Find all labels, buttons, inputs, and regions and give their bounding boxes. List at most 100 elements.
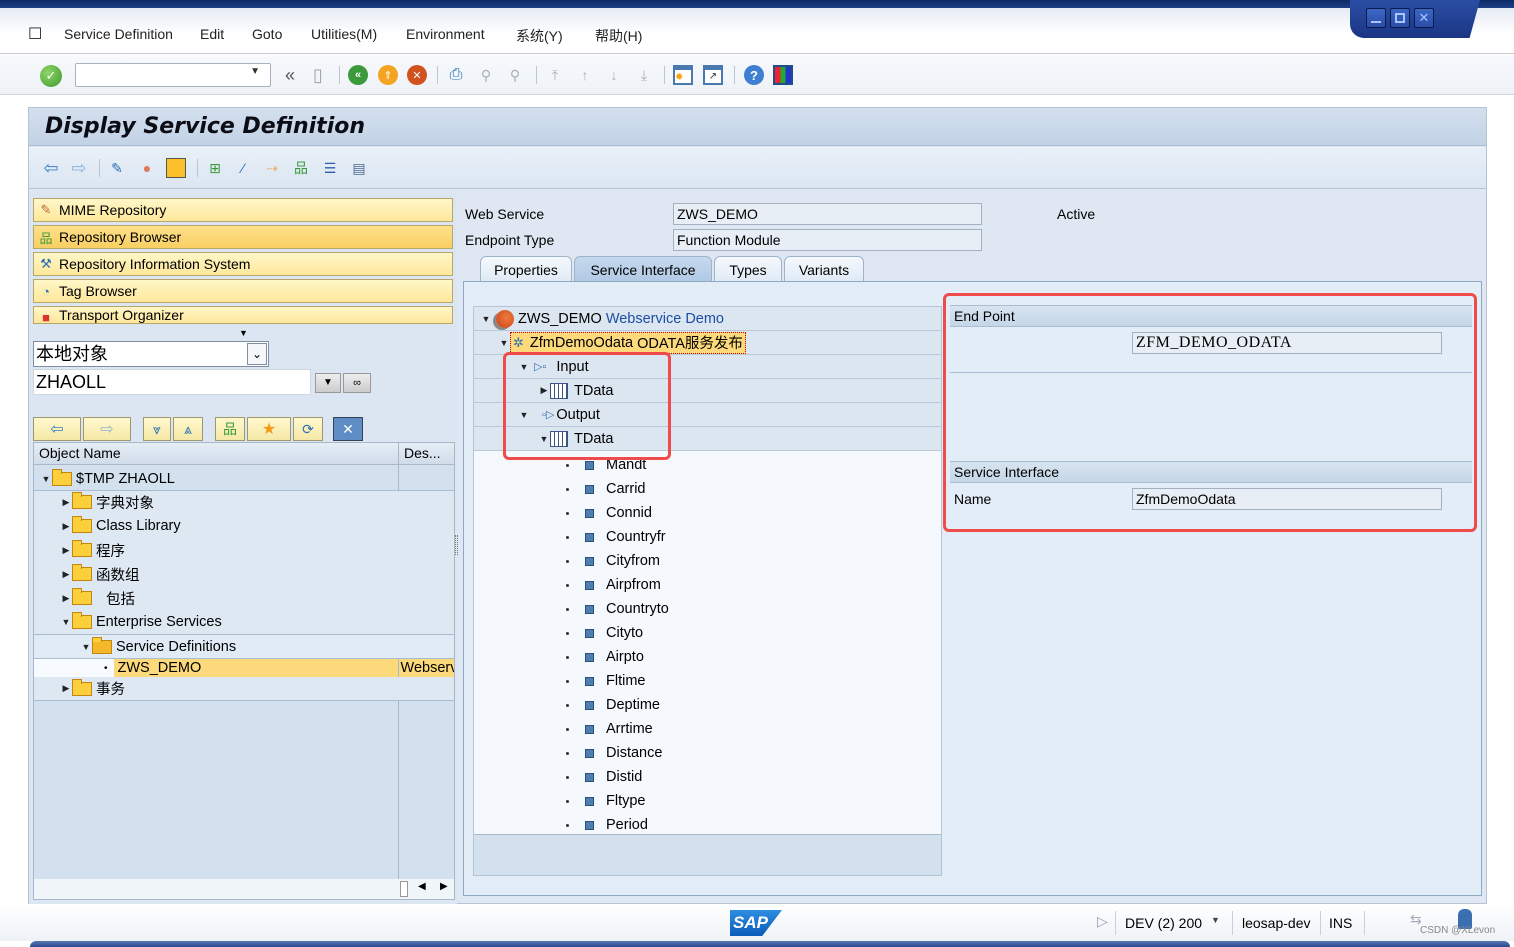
column-description[interactable]: Des... bbox=[404, 445, 441, 461]
back-arrow-icon[interactable]: ⇦ bbox=[41, 158, 61, 178]
tab-service-interface[interactable]: Service Interface bbox=[574, 256, 712, 282]
tree-node[interactable]: ▶ 程序 bbox=[34, 538, 454, 562]
system-info[interactable]: DEV (2) 200 bbox=[1125, 915, 1202, 931]
expand-all-button[interactable]: ⩔ bbox=[143, 417, 171, 441]
nav-mime-repository[interactable]: ✎ MIME Repository bbox=[33, 198, 453, 222]
tree-node-field[interactable]: Distid bbox=[474, 765, 941, 789]
web-service-field[interactable]: ZWS_DEMO bbox=[673, 203, 982, 225]
menu-system[interactable]: 系统(Y) bbox=[516, 26, 563, 46]
tree-node-field[interactable]: Airpfrom bbox=[474, 573, 941, 597]
expand-arrow-icon[interactable]: ▼ bbox=[498, 338, 510, 348]
customize-layout-icon[interactable] bbox=[773, 65, 793, 85]
expand-arrow-icon[interactable]: ▼ bbox=[40, 474, 52, 484]
status-expand-icon[interactable]: ▷ bbox=[1097, 913, 1108, 930]
system-dropdown-icon[interactable]: ▼ bbox=[1211, 915, 1220, 925]
tree-node-field[interactable]: Deptime bbox=[474, 693, 941, 717]
nav-tag-browser[interactable]: ◔ Tag Browser bbox=[33, 279, 453, 303]
tree-node-field[interactable]: Fltime bbox=[474, 669, 941, 693]
scroll-right-icon[interactable]: ▶ bbox=[440, 881, 448, 892]
navigate-icon[interactable]: ⇢ bbox=[262, 158, 282, 178]
menu-environment[interactable]: Environment bbox=[406, 26, 485, 42]
expand-arrow-icon[interactable]: ▶ bbox=[60, 545, 72, 556]
first-page-icon[interactable]: ⤒ bbox=[545, 65, 565, 85]
shortcut-icon[interactable]: ↗ bbox=[703, 65, 723, 85]
close-button[interactable]: ✕ bbox=[1414, 8, 1434, 28]
tree-node-field[interactable]: Cityfrom bbox=[474, 549, 941, 573]
help-icon[interactable]: ? bbox=[744, 65, 764, 85]
tree-node-field[interactable]: Fltype bbox=[474, 789, 941, 813]
splitter-arrow-icon[interactable]: ▼ bbox=[239, 328, 248, 338]
command-dropdown-icon[interactable]: ▼ bbox=[250, 66, 260, 77]
collapse-command-icon[interactable]: « bbox=[280, 65, 300, 85]
tab-types[interactable]: Types bbox=[714, 256, 782, 282]
new-session-icon[interactable]: ✹ bbox=[673, 65, 693, 85]
tree-node-field[interactable]: Connid bbox=[474, 501, 941, 525]
tab-properties[interactable]: Properties bbox=[480, 256, 572, 282]
nav-repository-browser[interactable]: 品 Repository Browser bbox=[33, 225, 453, 249]
tree-node-field[interactable]: Airpto bbox=[474, 645, 941, 669]
menu-utilities[interactable]: Utilities(M) bbox=[311, 26, 377, 42]
collapse-all-button[interactable]: ⩓ bbox=[173, 417, 203, 441]
favorites-button[interactable]: ★ bbox=[247, 417, 291, 441]
tree-node[interactable]: ▶ 事务 bbox=[34, 677, 454, 701]
layout-icon[interactable]: ▤ bbox=[349, 158, 369, 178]
refresh-button[interactable]: ⟳ bbox=[293, 417, 323, 441]
tab-variants[interactable]: Variants bbox=[784, 256, 864, 282]
tree-node[interactable]: ▼ $TMP ZHAOLL bbox=[34, 467, 454, 491]
close-browser-button[interactable]: ✕ bbox=[333, 417, 363, 441]
expand-arrow-icon[interactable]: ▶ bbox=[60, 521, 72, 532]
object-list-icon[interactable]: 品 bbox=[291, 158, 311, 178]
active-inactive-icon[interactable]: ● bbox=[137, 158, 157, 178]
expand-arrow-icon[interactable]: ▶ bbox=[60, 497, 72, 508]
back-icon[interactable]: « bbox=[348, 65, 368, 85]
find-next-icon[interactable]: ⚲ bbox=[505, 65, 525, 85]
exit-icon[interactable]: ⇑ bbox=[378, 65, 398, 85]
tree-node[interactable]: ▼ Enterprise Services bbox=[34, 610, 454, 634]
other-object-icon[interactable] bbox=[166, 158, 186, 178]
hierarchy-up-button[interactable]: 品 bbox=[215, 417, 245, 441]
expand-arrow-icon[interactable]: ▼ bbox=[480, 314, 492, 324]
menu-goto[interactable]: Goto bbox=[252, 26, 282, 42]
tree-node-field[interactable]: Countryfr bbox=[474, 525, 941, 549]
maximize-button[interactable] bbox=[1390, 8, 1410, 28]
print-icon[interactable]: ⎙ bbox=[446, 65, 466, 85]
expand-arrow-icon[interactable]: ▼ bbox=[60, 617, 72, 627]
tree-node-field[interactable]: Arrtime bbox=[474, 717, 941, 741]
tree-node[interactable]: ▶ Class Library bbox=[34, 514, 454, 538]
tree-node-field[interactable]: Cityto bbox=[474, 621, 941, 645]
horizontal-scrollbar[interactable]: ◀ ▶ bbox=[34, 879, 454, 899]
minimize-button[interactable] bbox=[1366, 8, 1386, 28]
insert-mode[interactable]: INS bbox=[1329, 915, 1352, 931]
tree-node-field[interactable]: Distance bbox=[474, 741, 941, 765]
tree-node[interactable]: ▼ Service Definitions bbox=[34, 635, 454, 659]
menu-edit[interactable]: Edit bbox=[200, 26, 224, 42]
menu-toggle-icon[interactable]: ☐ bbox=[28, 24, 42, 44]
object-type-select[interactable]: 本地对象 ⌄ bbox=[33, 341, 269, 367]
find-icon[interactable]: ⚲ bbox=[476, 65, 496, 85]
menu-help[interactable]: 帮助(H) bbox=[595, 26, 642, 46]
nav-repository-information-system[interactable]: ⚒ Repository Information System bbox=[33, 252, 453, 276]
tree-forward-button[interactable]: ⇨ bbox=[83, 417, 131, 441]
previous-page-icon[interactable]: ↑ bbox=[575, 65, 595, 85]
cancel-icon[interactable]: ✕ bbox=[407, 65, 427, 85]
last-page-icon[interactable]: ⤓ bbox=[634, 65, 654, 85]
tree-node-selected[interactable]: • ZWS_DEMO Webserv bbox=[34, 659, 454, 677]
expand-arrow-icon[interactable]: ▼ bbox=[80, 642, 92, 652]
expand-arrow-icon[interactable]: ▶ bbox=[60, 569, 72, 580]
column-object-name[interactable]: Object Name bbox=[39, 445, 121, 461]
tree-node-field[interactable]: Countryto bbox=[474, 597, 941, 621]
tree-node[interactable]: ▶ 函数组 bbox=[34, 562, 454, 586]
enter-icon[interactable]: ✓ bbox=[40, 65, 62, 87]
hierarchy-icon[interactable]: ☰ bbox=[320, 158, 340, 178]
forward-arrow-icon[interactable]: ⇨ bbox=[69, 158, 89, 178]
where-used-icon[interactable]: ⊞ bbox=[205, 158, 225, 178]
user-input[interactable]: ZHAOLL bbox=[33, 369, 311, 395]
command-field[interactable]: ▼ bbox=[75, 63, 271, 87]
endpoint-type-field[interactable]: Function Module bbox=[673, 229, 982, 251]
dropdown-button[interactable]: ▼ bbox=[315, 373, 341, 393]
nav-transport-organizer[interactable]: ■ Transport Organizer bbox=[33, 306, 453, 324]
pane-splitter[interactable] bbox=[455, 535, 458, 555]
scroll-thumb[interactable] bbox=[400, 881, 408, 897]
chevron-down-icon[interactable]: ⌄ bbox=[247, 343, 267, 365]
expand-arrow-icon[interactable]: ▶ bbox=[60, 683, 72, 694]
